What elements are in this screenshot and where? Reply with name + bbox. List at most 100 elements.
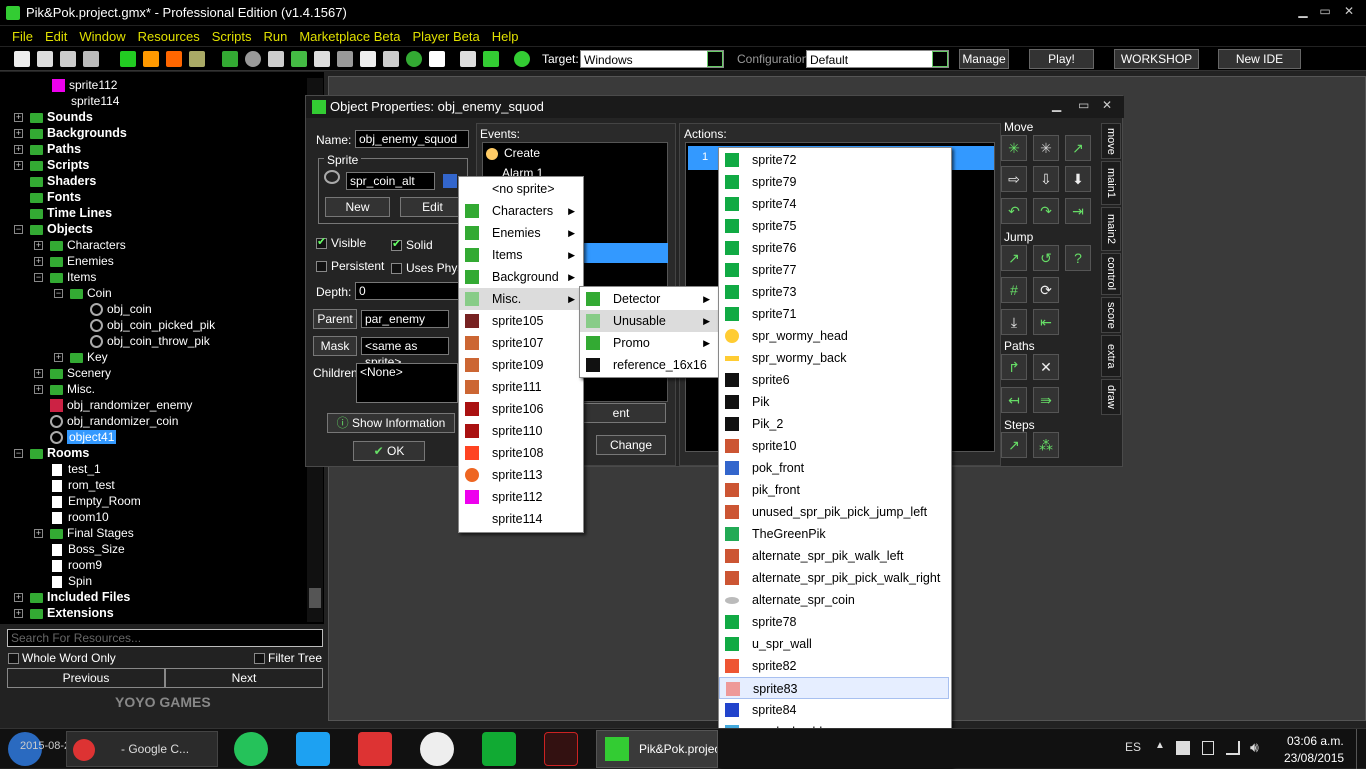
expand-icon[interactable]: + [14,593,23,602]
tree-room[interactable]: Spin [52,573,92,589]
save-icon[interactable] [60,51,76,67]
new-icon[interactable] [14,51,30,67]
speed-horizontal-icon[interactable]: ⇨ [1001,166,1027,192]
tab-move[interactable]: move [1101,123,1121,159]
menu-item-sprite[interactable]: sprite114 [459,508,583,530]
collapse-icon[interactable]: − [14,449,23,458]
change-button[interactable]: Change [596,435,666,455]
taskbar-gamemaker[interactable]: Pik&Pok.projec [596,730,718,768]
export-icon[interactable] [83,51,99,67]
menu-item-sprite[interactable]: u_spr_wall [719,633,951,655]
tab-main2[interactable]: main2 [1101,207,1121,251]
menu-item-items[interactable]: Items ▶ [459,244,583,266]
menu-item-detector[interactable]: Detector ▶ [580,288,718,310]
menu-window[interactable]: Window [79,29,125,44]
expand-icon[interactable]: + [34,241,43,250]
whole-word-checkbox[interactable] [8,653,19,664]
mask-button[interactable]: Mask [313,336,357,356]
move-free-icon[interactable]: ✳ [1033,135,1059,161]
tree-fonts[interactable]: Fonts [30,189,81,205]
speed-vertical-icon[interactable]: ⇩ [1033,166,1059,192]
menu-item-sprite[interactable]: sprite84 [719,699,951,721]
menu-item-sprite[interactable]: pok_front [719,457,951,479]
menu-item-sprite[interactable]: Pik [719,391,951,413]
next-button[interactable]: Next [165,668,323,688]
jump-start-icon[interactable]: ↺ [1033,245,1059,271]
show-information-button[interactable]: ⓘ Show Information [327,413,455,433]
tree-obj-coin-picked[interactable]: obj_coin_picked_pik [90,317,215,333]
windows-flag-icon[interactable] [1176,741,1190,755]
friction-icon[interactable]: ⇥ [1065,198,1091,224]
step-avoid-icon[interactable]: ⁂ [1033,432,1059,458]
collapse-icon[interactable]: − [54,289,63,298]
maximize-button[interactable]: ▭ [1314,3,1336,19]
minimize-button[interactable]: ▁ [1052,98,1061,112]
expand-icon[interactable]: + [14,609,23,618]
menu-item-sprite[interactable]: sprite73 [719,281,951,303]
background-icon[interactable] [268,51,284,67]
network-icon[interactable] [1226,741,1240,755]
menu-item-sprite[interactable]: pik_front [719,479,951,501]
children-list[interactable]: <None> [356,363,458,403]
menu-item-sprite[interactable]: sprite82 [719,655,951,677]
menu-item-sprite[interactable]: Pik_2 [719,413,951,435]
menu-run[interactable]: Run [263,29,287,44]
search-input[interactable]: Search For Resources... [7,629,323,647]
menu-item-sprite[interactable]: TheGreenPik [719,523,951,545]
tree-scenery[interactable]: Scenery [50,365,111,381]
menu-item-sprite[interactable]: sprite107 [459,332,583,354]
extension-icon[interactable] [483,51,499,67]
menu-item-sprite[interactable]: alternate_spr_pik_pick_walk_right [719,567,951,589]
path-position-icon[interactable]: ↤ [1001,387,1027,413]
menu-item-sprite[interactable]: sprite6 [719,369,951,391]
menu-item-sprite[interactable]: sprite10 [719,435,951,457]
name-input[interactable]: obj_enemy_squod [355,130,469,148]
snap-grid-icon[interactable]: # [1001,277,1027,303]
workshop-button[interactable]: WORKSHOP [1114,49,1199,69]
expand-icon[interactable]: + [14,129,23,138]
tree-backgrounds[interactable]: Backgrounds [30,125,127,141]
visible-option[interactable]: Visible [316,235,366,250]
script-icon[interactable] [314,51,330,67]
tree-scripts[interactable]: Scripts [30,157,89,173]
tree-extensions[interactable]: Extensions [30,605,114,621]
debug-icon[interactable] [143,51,159,67]
collapse-icon[interactable]: − [34,273,43,282]
sprite-menu-icon[interactable] [443,174,457,188]
bounce-icon[interactable]: ⇤ [1033,309,1059,335]
expand-icon[interactable]: + [34,529,43,538]
menu-item-sprite[interactable]: sprite79 [719,171,951,193]
menu-item-sprite[interactable]: sprite108 [459,442,583,464]
menu-item-sprite[interactable]: sprite110 [459,420,583,442]
menu-item-sprite[interactable]: sprite75 [719,215,951,237]
tree-obj-coin[interactable]: obj_coin [90,301,152,317]
close-button[interactable]: ✕ [1102,98,1112,112]
collapse-icon[interactable]: − [14,225,23,234]
menu-item-sprite[interactable]: alternate_spr_pik_walk_left [719,545,951,567]
close-button[interactable]: ✕ [1338,3,1360,19]
sound-icon[interactable] [245,51,261,67]
menu-item-sprite[interactable]: sprite74 [719,193,951,215]
menu-player[interactable]: Player Beta [413,29,480,44]
new-sprite-button[interactable]: New [325,197,390,217]
tree-sounds[interactable]: Sounds [30,109,93,125]
shader-icon[interactable] [337,51,353,67]
menu-item-reference[interactable]: reference_16x16 [580,354,718,376]
tree-room[interactable]: Empty_Room [52,493,141,509]
menu-item-sprite[interactable]: sprite109 [459,354,583,376]
volume-icon[interactable]: 🔊︎ [1250,739,1259,756]
tree-obj-coin-throw[interactable]: obj_coin_throw_pik [90,333,210,349]
persistent-option[interactable]: Persistent [316,259,384,273]
target-select[interactable]: Windows [580,50,724,68]
ok-button[interactable]: ✔ OK [353,441,425,461]
battery-icon[interactable] [1202,741,1214,755]
timeline-icon[interactable] [383,51,399,67]
tree-final-stages[interactable]: Final Stages [50,525,134,541]
tree-coin[interactable]: Coin [70,285,112,301]
menu-item-sprite[interactable]: unused_spr_pik_pick_jump_left [719,501,951,523]
tray-chevron-icon[interactable]: ▲ [1155,740,1165,751]
clock-date[interactable]: 23/08/2015 [1284,751,1344,765]
parent-button[interactable]: Parent [313,309,357,329]
menu-item-sprite[interactable]: sprite105 [459,310,583,332]
depth-input[interactable]: 0 [355,282,465,300]
